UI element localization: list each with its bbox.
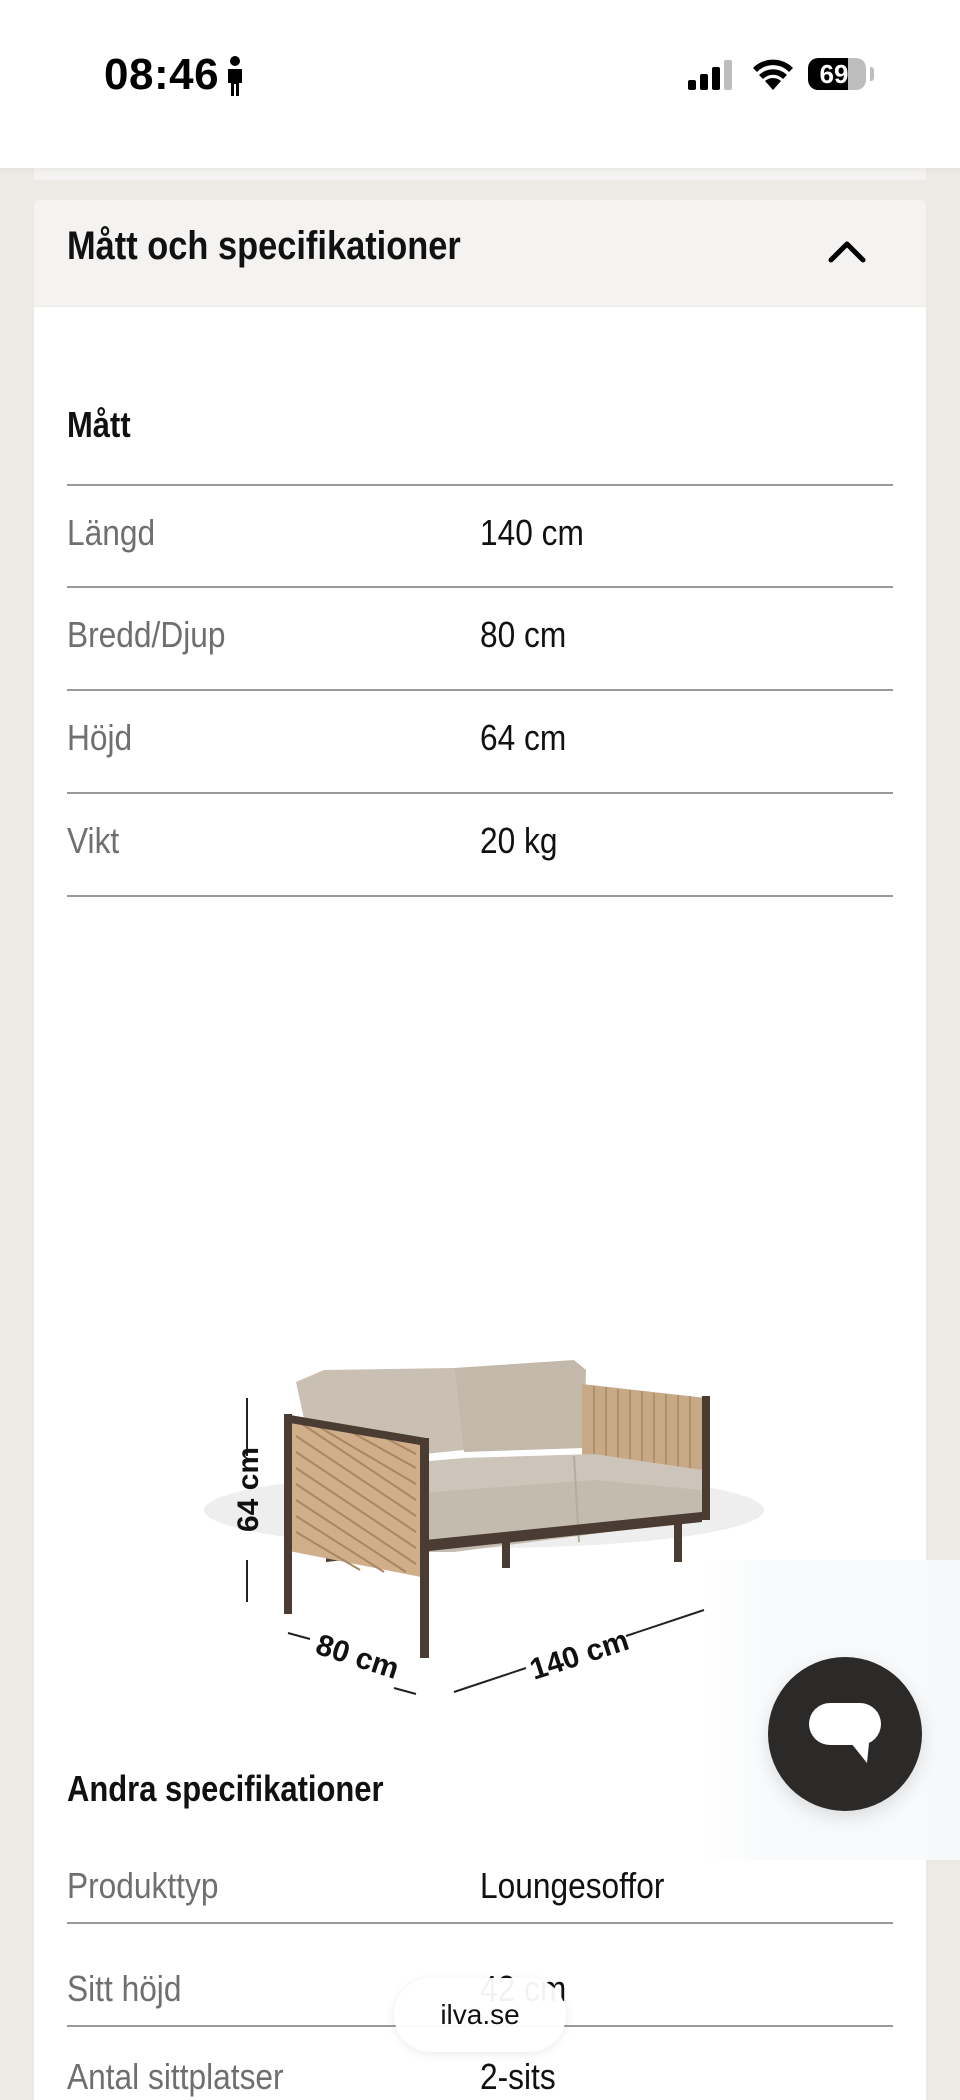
spec-label-length: Längd	[67, 512, 156, 553]
divider	[67, 895, 893, 897]
sofa-leg-front-left	[284, 1414, 292, 1614]
divider	[67, 586, 893, 588]
browser-url: ilva.se	[440, 1999, 520, 2030]
dimensions-heading: Mått	[67, 404, 131, 445]
battery-icon: 69	[808, 58, 866, 90]
spec-value-weight: 20 kg	[480, 820, 558, 861]
spec-label-height: Höjd	[67, 717, 133, 758]
depth-dimension-label: 80 cm	[312, 1628, 403, 1686]
divider	[67, 689, 893, 691]
divider	[67, 792, 893, 794]
battery-tip	[870, 67, 874, 81]
chat-bubble-icon	[809, 1703, 881, 1763]
other-specs-heading: Andra specifikationer	[67, 1768, 384, 1809]
sofa-leg	[674, 1520, 682, 1562]
divider	[67, 484, 893, 486]
battery-level: 69	[819, 59, 849, 89]
chevron-up-icon[interactable]	[827, 232, 867, 277]
spec-value-height: 64 cm	[480, 717, 567, 758]
spec-value-product-type: Loungesoffor	[480, 1865, 665, 1906]
spec-label-width: Bredd/Djup	[67, 614, 226, 655]
status-bar: 08:46 69	[0, 0, 960, 168]
status-time: 08:46	[104, 50, 220, 99]
spec-value-width: 80 cm	[480, 614, 567, 655]
spec-label-seat-height: Sitt höjd	[67, 1968, 182, 2009]
sofa-back-cushion-right	[454, 1360, 586, 1452]
sofa-leg	[502, 1540, 510, 1568]
cellular-signal-icon	[688, 60, 734, 95]
height-dimension-label: 64 cm	[232, 1447, 265, 1532]
wifi-icon	[752, 58, 794, 95]
spec-value-length: 140 cm	[480, 512, 584, 553]
spec-label-weight: Vikt	[67, 820, 120, 861]
divider	[67, 1922, 893, 1924]
section-title: Mått och specifikationer	[67, 224, 461, 268]
sofa-leg-front-right	[420, 1438, 429, 1658]
person-icon	[226, 56, 244, 101]
previous-card-edge	[34, 168, 926, 180]
browser-url-bar[interactable]: ilva.se	[394, 1978, 566, 2052]
spec-label-product-type: Produkttyp	[67, 1865, 219, 1906]
sofa-frame-post	[702, 1396, 710, 1520]
specifications-header[interactable]: Mått och specifikationer	[34, 200, 926, 307]
spec-label-seats: Antal sittplatser	[67, 2056, 284, 2097]
length-dimension-label: 140 cm	[526, 1624, 633, 1687]
chat-button[interactable]	[768, 1657, 922, 1811]
spec-value-seats: 2-sits	[480, 2056, 556, 2097]
